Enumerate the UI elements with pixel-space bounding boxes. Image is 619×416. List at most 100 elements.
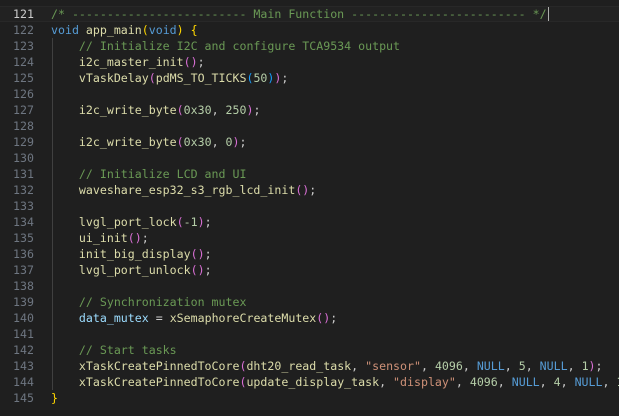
code-line[interactable]: 141 [0, 326, 619, 342]
line-number: 122 [13, 23, 34, 37]
line-code[interactable]: data_mutex = xSemaphoreCreateMutex(); [51, 310, 337, 326]
code-token: ; [253, 103, 261, 117]
code-token: i2c_master_init [78, 55, 184, 69]
code-line[interactable]: 132 waveshare_esp32_s3_rgb_lcd_init(); [0, 182, 619, 198]
code-line[interactable]: 144 xTaskCreatePinnedToCore(update_displ… [0, 374, 619, 390]
code-line[interactable]: 134 lvgl_port_lock(-1); [0, 214, 619, 230]
code-token: , [567, 359, 582, 373]
line-code[interactable]: waveshare_esp32_s3_rgb_lcd_init(); [51, 182, 316, 198]
code-line[interactable]: 145} [0, 390, 619, 406]
line-number: 134 [13, 215, 34, 229]
code-token: , [497, 375, 512, 389]
code-line[interactable]: 140 data_mutex = xSemaphoreCreateMutex()… [0, 310, 619, 326]
line-code[interactable]: ui_init(); [51, 230, 149, 246]
line-code[interactable]: i2c_master_init(); [51, 54, 205, 70]
code-token: 250 [225, 103, 247, 117]
code-token: () [190, 247, 205, 261]
code-token: dht20_read_task [246, 359, 352, 373]
line-code[interactable]: lvgl_port_unlock(); [51, 262, 212, 278]
code-token: () [190, 263, 205, 277]
line-code[interactable]: } [51, 390, 58, 406]
line-code[interactable]: i2c_write_byte(0x30, 0); [51, 134, 247, 150]
code-line[interactable]: 131 // Initialize LCD and UI [0, 166, 619, 182]
code-line[interactable]: 136 init_big_display(); [0, 246, 619, 262]
code-token: init_big_display [78, 247, 191, 261]
line-code[interactable]: lvgl_port_lock(-1); [51, 214, 212, 230]
text-cursor [547, 7, 549, 21]
code-token: xTaskCreatePinnedToCore [78, 359, 240, 373]
code-token: , [211, 103, 226, 117]
line-code[interactable]: // Synchronization mutex [51, 294, 247, 310]
line-code[interactable]: void app_main(void) { [51, 22, 198, 38]
code-line[interactable]: 133 [0, 198, 619, 214]
code-token: pdMS_TO_TICKS [155, 71, 247, 85]
code-token: ; [281, 71, 289, 85]
code-line[interactable]: 142 // Start tasks [0, 342, 619, 358]
code-token: ; [330, 311, 338, 325]
line-code[interactable]: xTaskCreatePinnedToCore(update_display_t… [51, 374, 619, 390]
code-token: // Synchronization mutex [78, 295, 247, 309]
code-token: , [379, 375, 394, 389]
code-token: ( [176, 215, 184, 229]
code-line[interactable]: 129 i2c_write_byte(0x30, 0); [0, 134, 619, 150]
code-line[interactable]: 139 // Synchronization mutex [0, 294, 619, 310]
code-line[interactable]: 130 [0, 150, 619, 166]
code-line[interactable]: 137 lvgl_port_unlock(); [0, 262, 619, 278]
code-token: () [183, 55, 198, 69]
line-code[interactable]: i2c_write_byte(0x30, 250); [51, 102, 261, 118]
code-line[interactable]: 123 // Initialize I2C and configure TCA9… [0, 38, 619, 54]
code-line[interactable]: 121 /* ------------------------- Main Fun… [0, 6, 619, 22]
line-number: 139 [13, 295, 34, 309]
line-number: 144 [13, 375, 34, 389]
code-token: ( [141, 23, 149, 37]
code-line[interactable]: 122 void app_main(void) { [0, 22, 619, 38]
code-line[interactable]: 124 i2c_master_init(); [0, 54, 619, 70]
code-token: , [539, 375, 554, 389]
code-token: 0x30 [183, 103, 212, 117]
line-code[interactable]: // Initialize LCD and UI [51, 166, 247, 182]
code-token: 0x30 [183, 135, 212, 149]
code-token: i2c_write_byte [78, 135, 177, 149]
code-token: ( [148, 71, 156, 85]
line-code[interactable]: xTaskCreatePinnedToCore(dht20_read_task,… [51, 358, 603, 374]
line-number: 138 [13, 279, 34, 293]
code-token: ; [204, 247, 212, 261]
code-token: app_main [85, 23, 142, 37]
code-line[interactable]: 143 xTaskCreatePinnedToCore(dht20_read_t… [0, 358, 619, 374]
line-code[interactable]: /* ------------------------- Main Functi… [51, 6, 549, 22]
code-token: ) [588, 359, 596, 373]
code-line[interactable]: 128 [0, 118, 619, 134]
code-line[interactable]: 126 [0, 86, 619, 102]
code-token: NULL [574, 375, 603, 389]
code-line[interactable]: 125 vTaskDelay(pdMS_TO_TICKS(50)); [0, 70, 619, 86]
code-token: , [602, 375, 617, 389]
line-number: 132 [13, 183, 34, 197]
line-code[interactable]: init_big_display(); [51, 246, 212, 262]
code-line[interactable]: 127 i2c_write_byte(0x30, 250); [0, 102, 619, 118]
code-token: () [295, 183, 310, 197]
code-token: // Start tasks [78, 343, 177, 357]
code-editor[interactable]: 121 /* ------------------------- Main Fun… [0, 0, 619, 416]
line-number: 121 [13, 7, 34, 21]
line-code[interactable]: vTaskDelay(pdMS_TO_TICKS(50)); [51, 70, 288, 86]
line-code[interactable]: // Start tasks [51, 342, 177, 358]
code-line[interactable]: 138 [0, 278, 619, 294]
code-token: } [51, 391, 58, 405]
line-number: 135 [13, 231, 34, 245]
code-token: ) [176, 23, 184, 37]
code-token: vTaskDelay [78, 71, 149, 85]
code-token: ui_init [78, 231, 128, 245]
code-token: , [420, 359, 435, 373]
code-line[interactable]: 135 ui_init(); [0, 230, 619, 246]
code-token: waveshare_esp32_s3_rgb_lcd_init [78, 183, 296, 197]
line-code[interactable]: // Initialize I2C and configure TCA9534 … [51, 38, 400, 54]
code-token: , [455, 375, 470, 389]
line-number: 131 [13, 167, 34, 181]
